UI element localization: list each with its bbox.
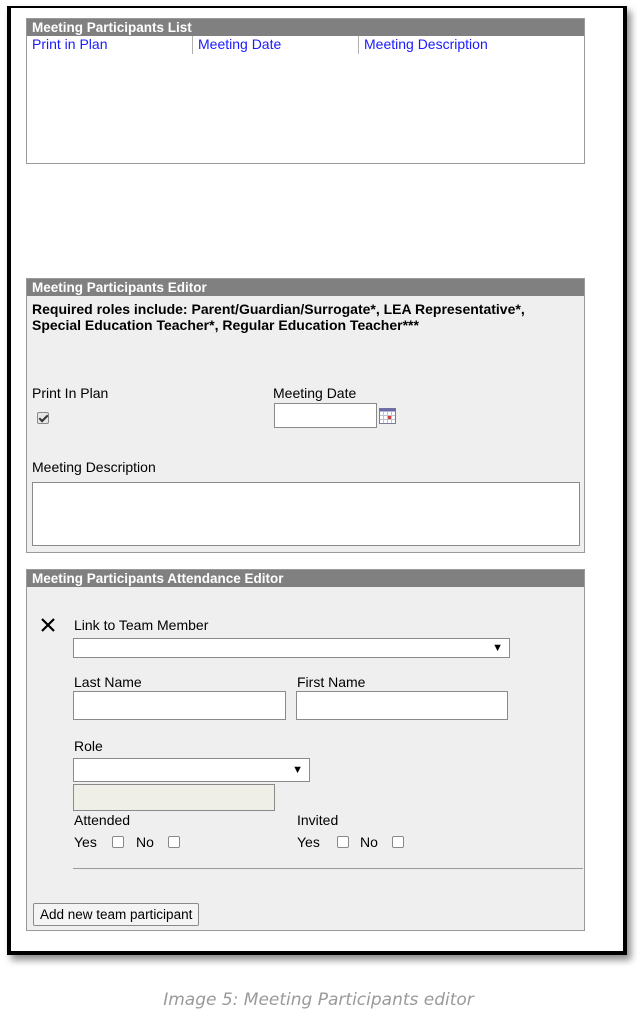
dropdown-arrow-icon: ▼	[292, 764, 303, 776]
invited-yes-checkbox[interactable]	[337, 836, 349, 848]
meeting-date-input[interactable]	[274, 403, 377, 428]
attended-yes-checkbox[interactable]	[112, 836, 124, 848]
invited-label: Invited	[297, 812, 339, 828]
dropdown-arrow-icon: ▼	[492, 642, 503, 654]
list-column-header-row: Print in Plan Meeting Date Meeting Descr…	[27, 36, 584, 55]
column-header-print-in-plan[interactable]: Print in Plan	[27, 36, 193, 54]
link-to-team-member-select[interactable]: ▼	[73, 638, 510, 658]
attended-no-label: No	[136, 834, 154, 850]
meeting-participants-editor-panel: Meeting Participants Editor Required rol…	[26, 278, 585, 553]
attended-yes-label: Yes	[74, 834, 97, 850]
image-caption: Image 5: Meeting Participants editor	[163, 990, 474, 1010]
attendance-panel-title: Meeting Participants Attendance Editor	[27, 570, 584, 587]
add-new-team-participant-button[interactable]: Add new team participant	[33, 903, 200, 926]
meeting-date-label: Meeting Date	[273, 385, 357, 401]
invited-no-checkbox[interactable]	[392, 836, 404, 848]
invited-no-label: No	[360, 834, 378, 850]
meeting-description-label: Meeting Description	[32, 459, 156, 475]
print-in-plan-label: Print In Plan	[32, 385, 109, 401]
meeting-participants-attendance-editor-panel: Meeting Participants Attendance Editor L…	[26, 569, 585, 931]
required-roles-text: Required roles include: Parent/Guardian/…	[32, 301, 525, 333]
last-name-label: Last Name	[74, 674, 142, 690]
column-header-meeting-description[interactable]: Meeting Description	[359, 36, 584, 54]
editor-panel-title: Meeting Participants Editor	[27, 279, 584, 296]
invited-yes-label: Yes	[297, 834, 320, 850]
link-to-team-member-label: Link to Team Member	[74, 617, 209, 633]
calendar-icon[interactable]	[379, 408, 396, 424]
column-header-meeting-date[interactable]: Meeting Date	[193, 36, 359, 54]
print-in-plan-checkbox[interactable]	[37, 412, 49, 424]
remove-participant-x-icon[interactable]	[39, 616, 57, 634]
meeting-participants-list-panel: Meeting Participants List Print in Plan …	[26, 18, 585, 164]
meeting-description-textarea[interactable]	[32, 482, 580, 546]
attendance-divider	[73, 868, 583, 869]
role-select[interactable]: ▼	[73, 758, 310, 782]
last-name-input[interactable]	[73, 691, 286, 720]
role-detail-field	[73, 784, 275, 811]
attended-label: Attended	[74, 812, 131, 828]
list-panel-title: Meeting Participants List	[27, 19, 584, 36]
first-name-label: First Name	[297, 674, 366, 690]
attended-no-checkbox[interactable]	[168, 836, 180, 848]
first-name-input[interactable]	[296, 691, 508, 720]
role-label: Role	[74, 738, 103, 754]
